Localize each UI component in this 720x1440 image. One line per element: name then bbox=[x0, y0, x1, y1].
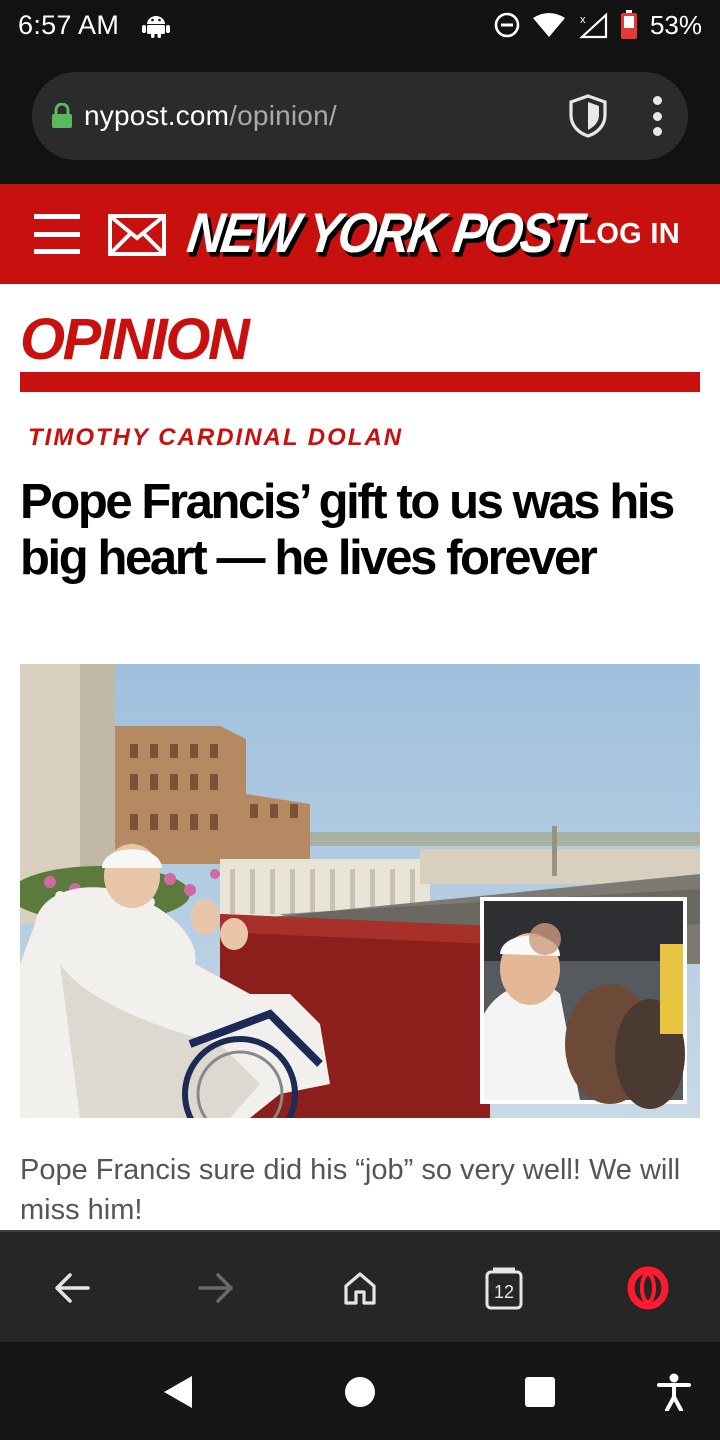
hamburger-menu-icon[interactable] bbox=[34, 214, 80, 254]
forward-icon bbox=[188, 1260, 244, 1316]
url-domain: nypost.com bbox=[84, 100, 230, 131]
section-divider bbox=[20, 372, 700, 392]
address-bar[interactable]: nypost.com/opinion/ bbox=[32, 72, 688, 160]
author-byline[interactable]: TIMOTHY CARDINAL DOLAN bbox=[28, 424, 403, 452]
page-content: OPINION TIMOTHY CARDINAL DOLAN Pope Fran… bbox=[0, 284, 720, 1230]
home-icon[interactable] bbox=[332, 1260, 388, 1316]
svg-text:x: x bbox=[580, 14, 586, 26]
browser-menu-icon[interactable] bbox=[650, 96, 664, 136]
system-recents-icon[interactable] bbox=[518, 1370, 562, 1414]
back-icon[interactable] bbox=[44, 1260, 100, 1316]
do-not-disturb-icon bbox=[494, 12, 520, 38]
status-time: 6:57 AM bbox=[18, 9, 120, 40]
section-title[interactable]: OPINION bbox=[20, 306, 250, 373]
system-home-icon[interactable] bbox=[338, 1370, 382, 1414]
tabs-icon[interactable]: 12 bbox=[476, 1260, 532, 1316]
site-logo[interactable]: NEW YORK POST bbox=[184, 202, 584, 268]
browser-toolbar: nypost.com/opinion/ bbox=[0, 50, 720, 184]
accessibility-icon[interactable] bbox=[652, 1370, 696, 1414]
battery-percent: 53% bbox=[649, 9, 702, 40]
url-text[interactable]: nypost.com/opinion/ bbox=[84, 100, 337, 132]
image-caption: Pope Francis sure did his “job” so very … bbox=[20, 1154, 681, 1226]
hero-photo bbox=[20, 664, 700, 1118]
android-icon bbox=[142, 16, 171, 38]
shield-icon[interactable] bbox=[566, 93, 610, 139]
mail-icon[interactable] bbox=[108, 214, 166, 256]
browser-bottom-bar: 12 bbox=[0, 1230, 720, 1342]
login-button[interactable]: LOG IN bbox=[578, 218, 680, 251]
url-path: /opinion/ bbox=[229, 100, 337, 131]
system-navigation-bar bbox=[0, 1342, 720, 1440]
site-header: NEW YORK POST LOG IN bbox=[0, 184, 720, 284]
article-headline[interactable]: Pope Francis’ gift to us was his big hea… bbox=[20, 474, 700, 586]
signal-icon: x bbox=[579, 12, 608, 39]
logo-text: NEW YORK POST bbox=[183, 201, 585, 265]
opera-icon[interactable] bbox=[620, 1260, 676, 1316]
article-hero-image[interactable] bbox=[20, 664, 700, 1118]
battery-icon bbox=[620, 10, 637, 39]
lock-icon bbox=[52, 103, 72, 128]
status-bar: 6:57 AM x 53% bbox=[0, 0, 720, 50]
tab-count: 12 bbox=[494, 1282, 514, 1302]
wifi-icon bbox=[532, 13, 565, 37]
system-back-icon[interactable] bbox=[156, 1370, 200, 1414]
